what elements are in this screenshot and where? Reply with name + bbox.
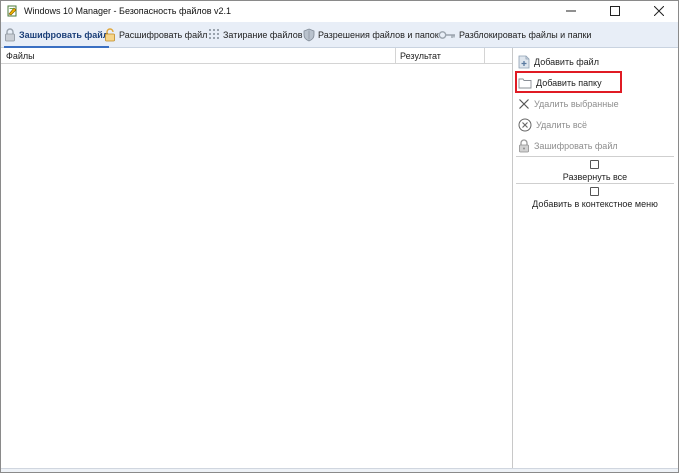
tab-label: Расшифровать файл	[119, 29, 208, 40]
action-panel: Добавить файл Добавить папку Удалить выб…	[513, 48, 678, 468]
tab-label: Разрешения файлов и папок	[318, 29, 439, 40]
clear-all-icon	[518, 118, 532, 131]
remove-all-label: Удалить всё	[536, 119, 588, 130]
remove-selected-label: Удалить выбранные	[534, 98, 619, 109]
maximize-icon	[610, 6, 620, 16]
tab-shred-files[interactable]: Затирание файлов	[208, 25, 302, 44]
app-icon	[7, 5, 19, 17]
tab-unlock-files[interactable]: Разблокировать файлы и папки	[438, 25, 591, 44]
context-menu-label: Добавить в контекстное меню	[532, 199, 658, 209]
tab-file-permissions[interactable]: Разрешения файлов и папок	[303, 25, 439, 44]
app-window: Windows 10 Manager - Безопасность файлов…	[0, 0, 679, 473]
remove-all-button[interactable]: Удалить всё	[518, 115, 587, 134]
shred-icon	[209, 28, 219, 39]
column-header-result[interactable]: Результат	[400, 51, 441, 61]
minimize-button[interactable]	[556, 1, 586, 21]
status-bar	[1, 468, 678, 472]
window-title: Windows 10 Manager - Безопасность файлов…	[24, 6, 232, 16]
maximize-button[interactable]	[600, 1, 630, 21]
encrypt-file-label: Зашифровать файл	[534, 140, 618, 151]
panel-divider	[516, 156, 674, 157]
list-header: Файлы Результат	[1, 48, 512, 64]
tab-encrypt-file[interactable]: Зашифровать файл	[4, 25, 109, 48]
column-divider[interactable]	[395, 48, 396, 63]
tab-decrypt-file[interactable]: Расшифровать файл	[104, 25, 207, 44]
add-file-label: Добавить файл	[534, 56, 599, 67]
minimize-icon	[566, 10, 576, 12]
file-list[interactable]: Файлы Результат	[1, 48, 513, 468]
tab-bar: Зашифровать файл Расшифровать файл Затир…	[1, 22, 678, 48]
add-file-button[interactable]: Добавить файл	[518, 52, 599, 71]
expand-all-checkbox[interactable]	[590, 160, 599, 169]
tab-label: Разблокировать файлы и папки	[459, 29, 592, 40]
tab-label: Затирание файлов	[223, 29, 303, 40]
unlock-icon	[105, 27, 115, 41]
add-folder-button[interactable]: Добавить папку	[518, 73, 602, 92]
add-file-icon	[518, 55, 530, 68]
column-header-files[interactable]: Файлы	[6, 51, 35, 61]
panel-divider	[516, 183, 674, 184]
remove-selected-button[interactable]: Удалить выбранные	[518, 94, 619, 113]
encrypt-file-button[interactable]: Зашифровать файл	[518, 136, 618, 155]
close-icon	[654, 6, 664, 16]
expand-all-label: Развернуть все	[562, 172, 628, 182]
lock-icon	[5, 27, 15, 41]
title-bar: Windows 10 Manager - Безопасность файлов…	[1, 1, 678, 21]
shield-icon	[303, 28, 315, 41]
tab-label: Зашифровать файл	[19, 29, 109, 40]
key-icon	[438, 30, 455, 39]
add-folder-label: Добавить папку	[536, 77, 602, 88]
close-button[interactable]	[644, 1, 674, 21]
context-menu-checkbox[interactable]	[590, 187, 599, 196]
folder-icon	[518, 78, 532, 88]
lock-icon	[519, 138, 529, 152]
remove-icon	[519, 98, 529, 109]
column-divider[interactable]	[484, 48, 485, 63]
